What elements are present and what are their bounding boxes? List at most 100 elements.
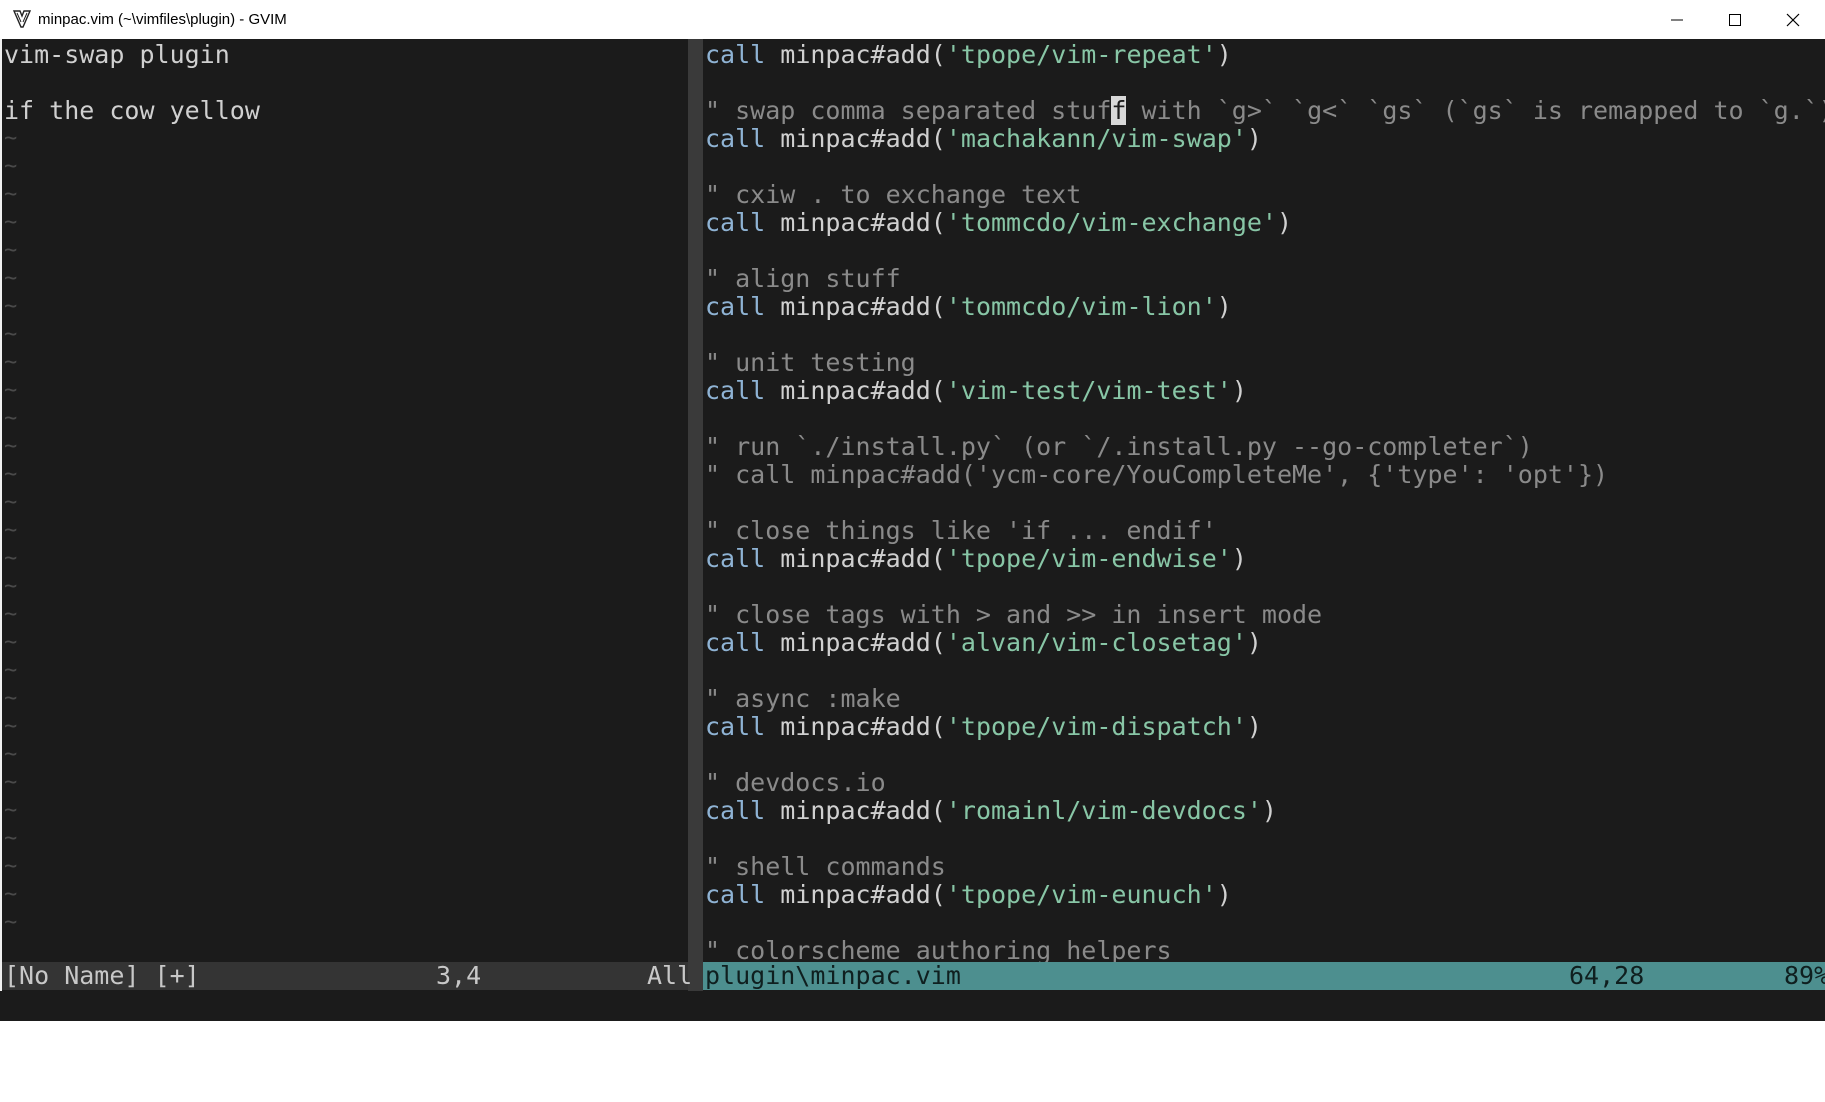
empty-line-tilde: ~	[4, 462, 18, 487]
empty-line-tilde: ~	[4, 210, 18, 235]
string-token: 'tpope/vim-dispatch'	[945, 712, 1247, 741]
status-line-inactive: [No Name] [+] 3,4 All	[2, 961, 692, 990]
function-token: minpac#add(	[765, 628, 946, 657]
keyword-token: call	[705, 712, 766, 741]
buffer-line[interactable]: if the cow yellow	[4, 97, 260, 125]
comment-line[interactable]: " shell commands	[705, 853, 946, 881]
function-token: minpac#add(	[765, 292, 946, 321]
empty-line-tilde: ~	[4, 798, 18, 823]
empty-line-tilde: ~	[4, 406, 18, 431]
comment-line[interactable]: " run `./install.py` (or `/.install.py -…	[705, 433, 1533, 461]
comment-token: " swap comma separated stuf	[705, 96, 1112, 125]
comment-token: " align stuff	[705, 264, 901, 293]
empty-line-tilde: ~	[4, 126, 18, 151]
code-line[interactable]: call minpac#add('tpope/vim-repeat')	[705, 41, 1232, 69]
paren-token: )	[1246, 712, 1262, 741]
keyword-token: call	[705, 544, 766, 573]
code-line[interactable]: call minpac#add('tommcdo/vim-lion')	[705, 293, 1232, 321]
editor-area[interactable]: vim-swap plugin if the cow yellow ~ ~ ~ ~ ~ ~…	[0, 39, 1825, 991]
code-line[interactable]: call minpac#add('machakann/vim-swap')	[705, 125, 1262, 153]
status-buffer-name: [No Name] [+]	[4, 961, 200, 990]
empty-line-tilde: ~	[4, 434, 18, 459]
window-title: minpac.vim (~\vimfiles\plugin) - GVIM	[38, 11, 287, 28]
comment-token: " shell commands	[705, 852, 946, 881]
empty-line-tilde: ~	[4, 322, 18, 347]
command-line[interactable]	[0, 991, 1825, 1021]
title-bar[interactable]: minpac.vim (~\vimfiles\plugin) - GVIM	[0, 0, 1825, 39]
comment-line[interactable]: " align stuff	[705, 265, 901, 293]
function-token: minpac#add(	[765, 880, 946, 909]
paren-token: )	[1216, 40, 1232, 69]
comment-line[interactable]: " swap comma separated stuff with `g>` `…	[705, 96, 1825, 125]
keyword-token: call	[705, 880, 766, 909]
minimize-icon	[1671, 19, 1683, 20]
vertical-split-separator[interactable]	[688, 39, 703, 991]
keyword-token: call	[705, 376, 766, 405]
string-token: 'romainl/vim-devdocs'	[945, 796, 1262, 825]
empty-line-tilde: ~	[4, 350, 18, 375]
left-buffer-pane[interactable]: vim-swap plugin if the cow yellow ~ ~ ~ ~ ~ ~…	[2, 39, 688, 991]
string-token: 'vim-test/vim-test'	[945, 376, 1232, 405]
function-token: minpac#add(	[765, 376, 946, 405]
function-token: minpac#add(	[765, 124, 946, 153]
right-buffer-pane[interactable]: call minpac#add('tpope/vim-repeat') " swa…	[703, 39, 1825, 991]
buffer-line[interactable]: vim-swap plugin	[4, 41, 230, 69]
comment-line[interactable]: " cxiw . to exchange text	[705, 181, 1081, 209]
code-line[interactable]: call minpac#add('tpope/vim-dispatch')	[705, 713, 1262, 741]
comment-line[interactable]: " devdocs.io	[705, 769, 886, 797]
function-token: minpac#add(	[765, 208, 946, 237]
comment-line[interactable]: " close things like 'if ... endif'	[705, 517, 1217, 545]
code-line[interactable]: call minpac#add('vim-test/vim-test')	[705, 377, 1247, 405]
paren-token: )	[1216, 880, 1232, 909]
gvim-window: minpac.vim (~\vimfiles\plugin) - GVIM vi…	[0, 0, 1825, 1021]
paren-token: )	[1246, 124, 1262, 153]
status-line-active: plugin\minpac.vim 64,28 89%	[703, 962, 1825, 990]
status-buffer-name: plugin\minpac.vim	[705, 961, 961, 990]
status-cursor-position: 64,28	[1569, 961, 1645, 990]
close-button[interactable]	[1764, 0, 1822, 39]
function-token: minpac#add(	[765, 40, 946, 69]
minimize-button[interactable]	[1648, 0, 1706, 39]
empty-line-tilde: ~	[4, 854, 18, 879]
empty-line-tilde: ~	[4, 266, 18, 291]
empty-line-tilde: ~	[4, 630, 18, 655]
string-token: 'tpope/vim-repeat'	[945, 40, 1217, 69]
empty-line-tilde: ~	[4, 826, 18, 851]
paren-token: )	[1231, 376, 1247, 405]
code-line[interactable]: call minpac#add('romainl/vim-devdocs')	[705, 797, 1277, 825]
code-line[interactable]: call minpac#add('alvan/vim-closetag')	[705, 629, 1262, 657]
empty-line-tilde: ~	[4, 154, 18, 179]
status-cursor-position: 3,4	[436, 961, 482, 990]
comment-token: " devdocs.io	[705, 768, 886, 797]
paren-token: )	[1276, 208, 1293, 237]
empty-line-tilde: ~	[4, 686, 18, 711]
text-cursor: f	[1111, 96, 1127, 125]
maximize-icon	[1729, 13, 1741, 26]
paren-token: )	[1216, 292, 1232, 321]
code-line[interactable]: call minpac#add('tpope/vim-eunuch')	[705, 881, 1232, 909]
function-token: minpac#add(	[765, 712, 946, 741]
comment-line[interactable]: " unit testing	[705, 349, 916, 377]
string-token: 'tommcdo/vim-exchange'	[945, 208, 1277, 237]
comment-line[interactable]: " call minpac#add('ycm-core/YouCompleteM…	[705, 461, 1608, 489]
code-line[interactable]: call minpac#add('tpope/vim-endwise')	[705, 545, 1247, 573]
status-scroll-percent: All	[647, 961, 693, 990]
empty-line-tilde: ~	[4, 770, 18, 795]
comment-line[interactable]: " close tags with > and >> in insert mod…	[705, 601, 1322, 629]
keyword-token: call	[705, 292, 766, 321]
close-icon	[1786, 13, 1800, 26]
empty-line-tilde: ~	[4, 574, 18, 599]
code-line[interactable]: call minpac#add('tommcdo/vim-exchange')	[705, 209, 1292, 237]
empty-line-tilde: ~	[4, 658, 18, 683]
empty-line-tilde: ~	[4, 378, 18, 403]
keyword-token: call	[705, 40, 766, 69]
status-scroll-percent: 89%	[1784, 961, 1825, 990]
comment-token: " async :make	[705, 684, 901, 713]
paren-token: )	[1231, 544, 1247, 573]
string-token: 'alvan/vim-closetag'	[945, 628, 1247, 657]
keyword-token: call	[705, 796, 766, 825]
string-token: 'tommcdo/vim-lion'	[945, 292, 1217, 321]
maximize-button[interactable]	[1706, 0, 1764, 39]
empty-line-tilde: ~	[4, 238, 18, 263]
comment-line[interactable]: " async :make	[705, 685, 901, 713]
